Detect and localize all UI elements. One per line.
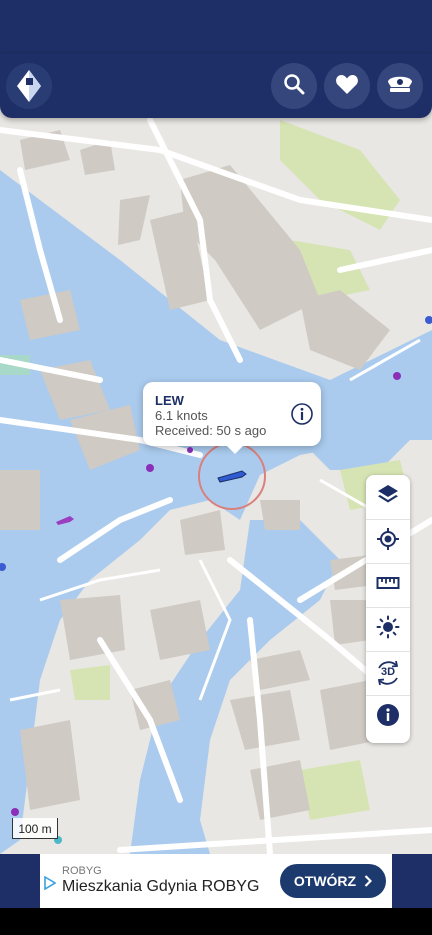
3d-rotate-icon: 3D xyxy=(374,659,402,687)
info-icon xyxy=(376,703,400,732)
ruler-icon xyxy=(376,571,400,600)
brightness-button[interactable] xyxy=(366,607,410,652)
measure-button[interactable] xyxy=(366,563,410,608)
vessel-popup[interactable]: LEW 6.1 knots Received: 50 s ago xyxy=(143,382,321,454)
favorites-button[interactable] xyxy=(324,63,370,109)
vessel-dot xyxy=(425,316,432,324)
ad-banner: ROBYG Mieszkania Gdynia ROBYG OTWÓRZ xyxy=(0,854,432,908)
3d-label: 3D xyxy=(380,666,396,678)
vessel-dot xyxy=(393,372,401,380)
scale-bar: 100 m xyxy=(12,818,58,839)
vessel-received-time: Received: 50 s ago xyxy=(155,423,267,438)
info-button[interactable] xyxy=(366,695,410,739)
vessel-dot xyxy=(11,808,19,816)
vessel-speed: 6.1 knots xyxy=(155,408,208,423)
ad-brand: ROBYG xyxy=(62,865,102,877)
brightness-icon xyxy=(376,615,400,644)
map-toolbar: 3D xyxy=(366,475,410,743)
ad-choices-icon[interactable] xyxy=(44,875,57,895)
system-nav-bar xyxy=(0,908,432,935)
ad-open-label: OTWÓRZ xyxy=(293,873,357,889)
heart-icon xyxy=(335,73,359,100)
vessel-name: LEW xyxy=(155,393,184,408)
app-header xyxy=(0,54,432,118)
scale-label: 100 m xyxy=(18,822,52,836)
ad-content[interactable]: ROBYG Mieszkania Gdynia ROBYG OTWÓRZ xyxy=(40,854,392,908)
locate-icon xyxy=(376,527,400,556)
search-button[interactable] xyxy=(271,63,317,109)
layers-icon xyxy=(376,483,400,512)
vessel-dot xyxy=(146,464,154,472)
profile-button[interactable] xyxy=(377,63,423,109)
chevron-right-icon xyxy=(364,875,373,887)
info-circle-icon[interactable] xyxy=(291,403,313,425)
search-icon xyxy=(283,73,305,100)
ship-logo-icon[interactable] xyxy=(6,63,52,109)
locate-button[interactable] xyxy=(366,519,410,564)
layers-button[interactable] xyxy=(366,475,410,520)
status-bar xyxy=(0,0,432,54)
3d-button[interactable]: 3D xyxy=(366,651,410,696)
captain-hat-icon xyxy=(385,71,415,102)
ad-title: Mieszkania Gdynia ROBYG xyxy=(62,878,260,895)
vessel-dot xyxy=(187,447,193,453)
ad-open-button[interactable]: OTWÓRZ xyxy=(280,864,386,898)
